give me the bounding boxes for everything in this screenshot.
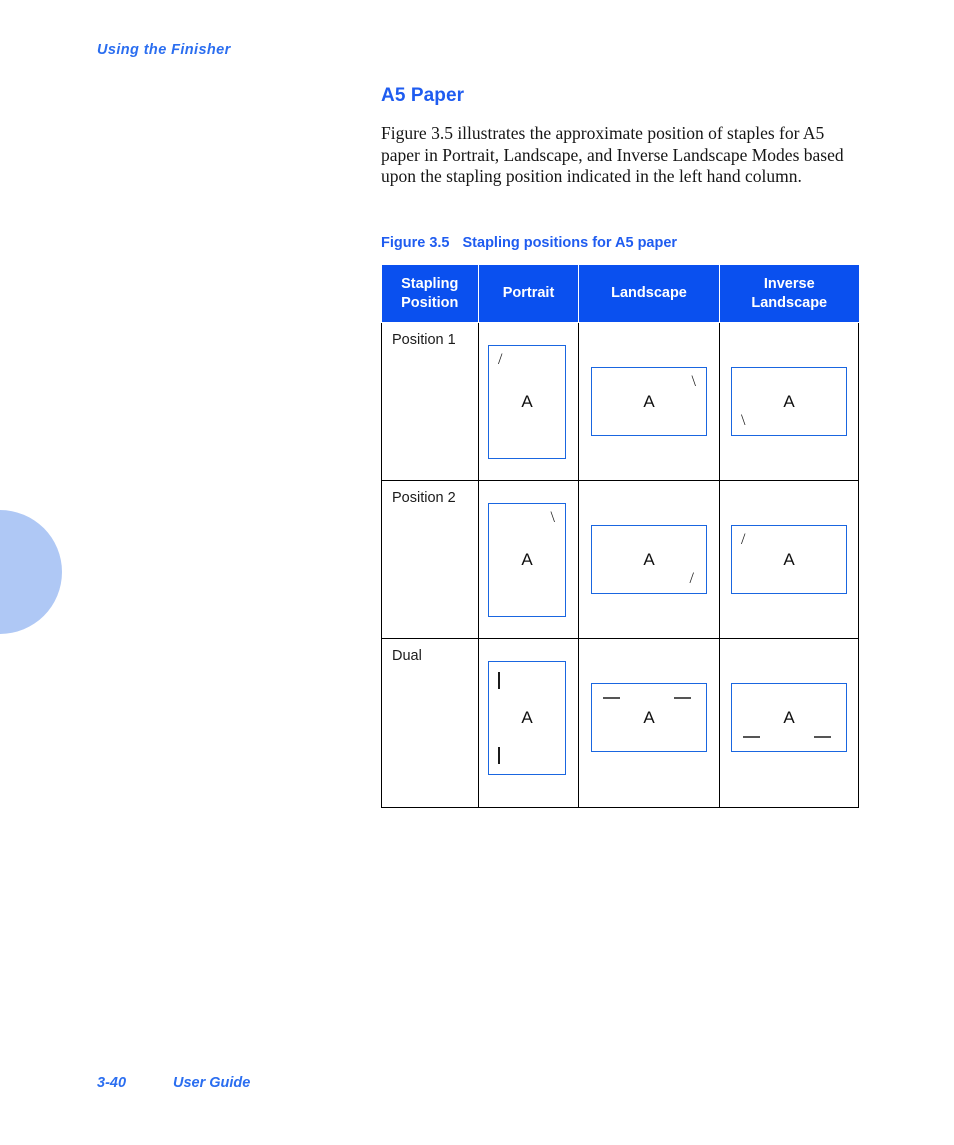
- cell-position-label: Dual: [381, 638, 479, 808]
- staple-mark-icon: \: [741, 412, 746, 429]
- staple-mark-icon: /: [498, 351, 503, 368]
- figure-caption-text: Stapling positions for A5 paper: [462, 235, 678, 251]
- cell-position-label: Position 1: [381, 322, 479, 481]
- staple-mark-icon: [498, 747, 500, 764]
- header-line-2: Position: [401, 294, 459, 311]
- cell-landscape: / A: [578, 480, 720, 639]
- column-header-portrait: Portrait: [478, 265, 579, 323]
- page-title: A5 Paper: [381, 85, 465, 106]
- paper-sheet-portrait: / A: [488, 345, 566, 459]
- page-letter: A: [521, 550, 533, 569]
- paper-sheet-landscape: A: [591, 683, 707, 752]
- header-line-1: Portrait: [502, 285, 555, 301]
- page-letter: A: [783, 707, 795, 727]
- staple-mark-icon: [498, 672, 500, 689]
- staple-mark-icon: [603, 697, 620, 699]
- table-header-row: Stapling Position Portrait Landscape Inv…: [381, 265, 859, 323]
- footer-page-number: 3-40: [97, 1075, 127, 1091]
- paper-sheet-portrait: \ A: [488, 503, 566, 617]
- column-header-landscape: Landscape: [578, 265, 720, 323]
- page-letter: A: [783, 391, 795, 411]
- content-column: A5 Paper Figure 3.5 illustrates the appr…: [381, 85, 861, 188]
- paper-sheet-inverse-landscape: \ A: [731, 367, 847, 436]
- staple-mark-icon: /: [741, 531, 746, 548]
- paper-sheet-landscape: / A: [591, 525, 707, 594]
- staple-mark-icon: /: [689, 570, 694, 587]
- cell-inverse-landscape: \ A: [719, 322, 859, 481]
- header-line-1: Stapling: [401, 275, 459, 292]
- header-line-1: Inverse: [763, 275, 815, 292]
- paper-sheet-inverse-landscape: / A: [731, 525, 847, 594]
- position-label: Position 1: [392, 332, 456, 348]
- intro-paragraph: Figure 3.5 illustrates the approximate p…: [381, 123, 844, 186]
- page-footer: 3-40 User Guide: [97, 1075, 250, 1091]
- position-label: Dual: [392, 648, 422, 664]
- column-header-stapling-position: Stapling Position: [381, 265, 479, 323]
- stapling-positions-table: Stapling Position Portrait Landscape Inv…: [381, 265, 859, 808]
- cell-landscape: A: [578, 638, 720, 808]
- figure-number: Figure 3.5: [381, 235, 450, 251]
- cell-portrait: \ A: [478, 480, 579, 639]
- column-header-inverse-landscape: Inverse Landscape: [719, 265, 859, 323]
- decorative-circle: [0, 510, 62, 634]
- cell-inverse-landscape: A: [719, 638, 859, 808]
- paper-sheet-landscape: \ A: [591, 367, 707, 436]
- table-row: Position 2 \ A / A / A: [381, 480, 859, 639]
- cell-position-label: Position 2: [381, 480, 479, 639]
- running-header: Using the Finisher: [97, 42, 231, 58]
- cell-portrait: A: [478, 638, 579, 808]
- page-letter: A: [783, 549, 795, 569]
- header-line-2: Landscape: [751, 294, 828, 311]
- paper-sheet-inverse-landscape: A: [731, 683, 847, 752]
- table-row: Dual A A A: [381, 638, 859, 808]
- page-letter: A: [521, 708, 533, 727]
- position-label: Position 2: [392, 490, 456, 506]
- cell-portrait: / A: [478, 322, 579, 481]
- footer-doc-title: User Guide: [173, 1075, 251, 1091]
- page-letter: A: [643, 549, 655, 569]
- staple-mark-icon: [743, 736, 760, 738]
- page-letter: A: [521, 392, 533, 411]
- paper-sheet-portrait: A: [488, 661, 566, 775]
- table-row: Position 1 / A \ A \ A: [381, 322, 859, 481]
- staple-mark-icon: \: [550, 509, 555, 526]
- staple-mark-icon: [814, 736, 831, 738]
- staple-mark-icon: \: [691, 373, 696, 390]
- cell-inverse-landscape: / A: [719, 480, 859, 639]
- header-line-1: Landscape: [611, 285, 687, 301]
- page-letter: A: [643, 391, 655, 411]
- cell-landscape: \ A: [578, 322, 720, 481]
- staple-mark-icon: [674, 697, 691, 699]
- page-letter: A: [643, 707, 655, 727]
- figure-caption: Figure 3.5 Stapling positions for A5 pape…: [381, 235, 677, 251]
